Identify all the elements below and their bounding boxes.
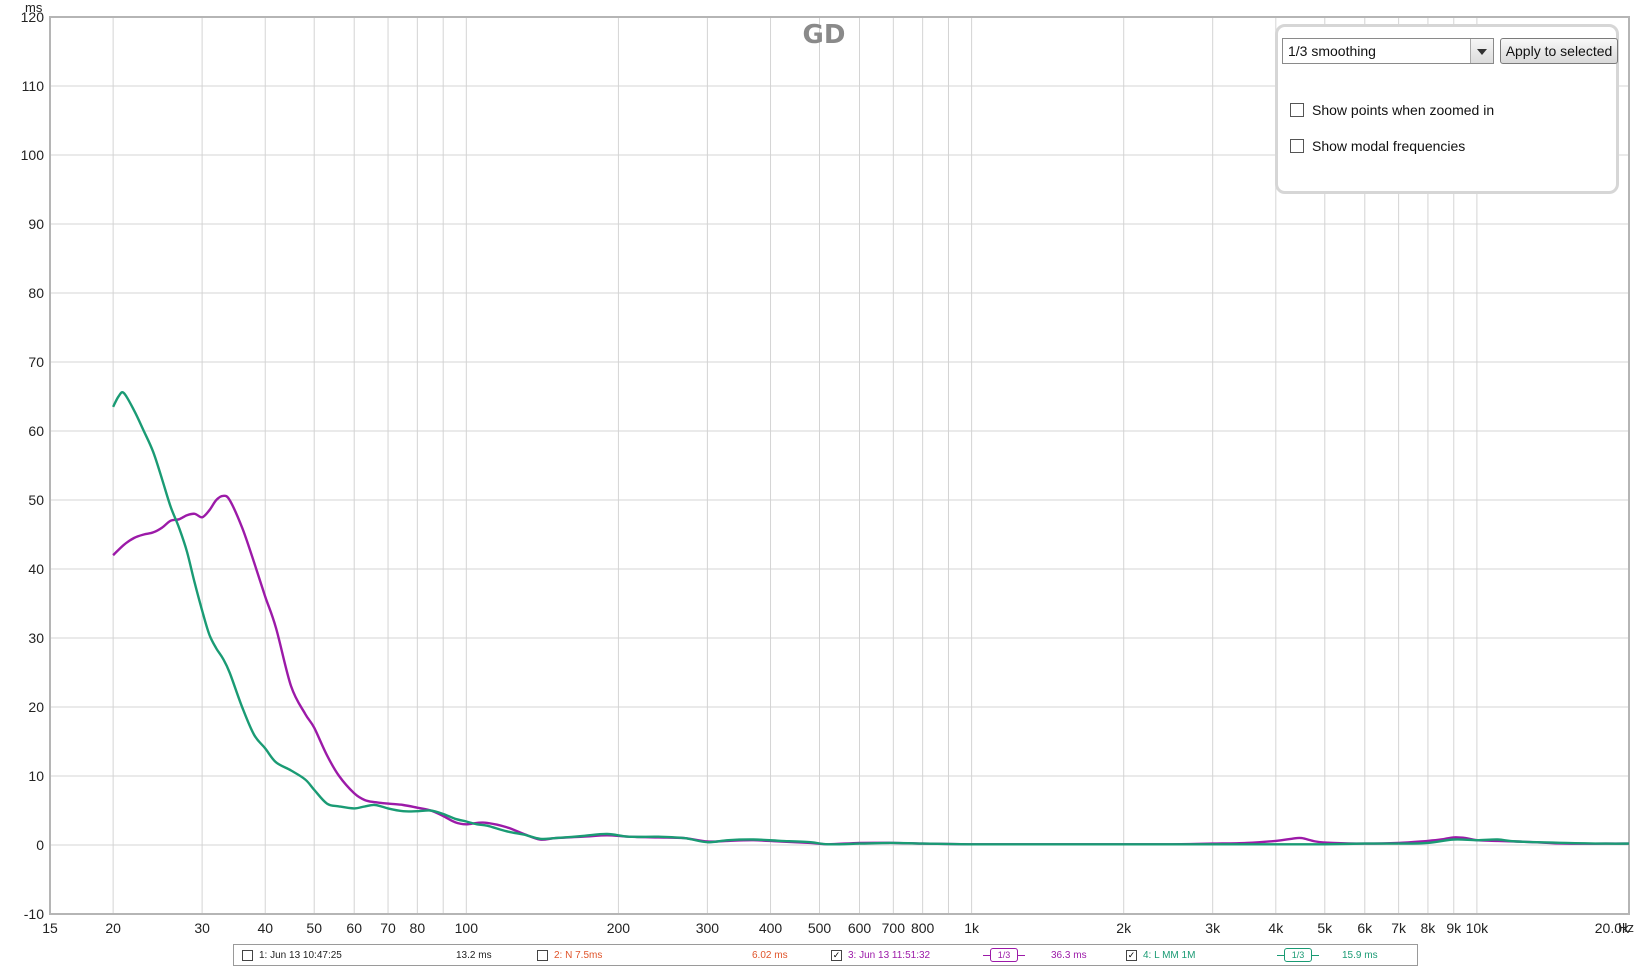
x-tick-label: 500 [808,920,832,936]
x-tick-label: 5k [1317,920,1333,936]
x-tick-label: 100 [455,920,479,936]
y-tick-label: 50 [28,492,44,508]
legend-value-2: 6.02 ms [752,950,788,961]
y-tick-labels: -100102030405060708090100110120 [21,9,45,922]
legend-value-4: 15.9 ms [1342,950,1378,961]
x-tick-label: 6k [1357,920,1373,936]
x-tick-label: 700 [882,920,906,936]
y-tick-label: 90 [28,216,44,232]
series-lines [112,391,1630,846]
x-tick-label: 300 [696,920,720,936]
legend-checkbox-1[interactable] [242,950,253,961]
show-modal-label: Show modal frequencies [1312,138,1466,154]
x-tick-label: 4k [1268,920,1284,936]
x-tick-label: 40 [257,920,273,936]
legend-name-1: 1: Jun 13 10:47:25 [259,950,342,961]
y-axis-unit: ms [25,0,43,15]
x-tick-label: 400 [759,920,783,936]
chevron-down-icon[interactable] [1470,39,1493,63]
y-tick-label: 70 [28,354,44,370]
y-tick-label: 80 [28,285,44,301]
legend-bar: 1: Jun 13 10:47:25 13.2 ms 2: N 7.5ms 6.… [233,944,1418,966]
x-tick-label: 9k [1446,920,1462,936]
x-tick-label: 2k [1116,920,1132,936]
x-tick-label: 3k [1205,920,1221,936]
y-tick-label: 110 [22,78,45,94]
legend-value-3: 36.3 ms [1051,950,1087,961]
x-tick-labels: 15 20 30 40 50 60 70 80 100 200 300 400 500 600 700 800… [42,920,1630,936]
show-modal-option[interactable]: Show modal frequencies [1290,137,1465,155]
x-tick-label: 8k [1421,920,1437,936]
smoothing-select[interactable]: 1/3 smoothing [1282,38,1494,64]
show-points-option[interactable]: Show points when zoomed in [1290,101,1494,119]
x-tick-label: 15 [42,920,58,936]
x-tick-label: 200 [607,920,631,936]
legend-checkbox-2[interactable] [537,950,548,961]
chart-title: GD [803,20,846,50]
x-tick-label: 20 [105,920,121,936]
x-tick-label: 60 [346,920,362,936]
legend-value-1: 13.2 ms [456,950,492,961]
x-tick-label: 50 [306,920,322,936]
x-tick-label: 800 [911,920,935,936]
smoothing-icon-4[interactable]: 1/3 [1277,948,1319,962]
legend-checkbox-3[interactable]: ✓ [831,950,842,961]
apply-to-selected-button[interactable]: Apply to selected [1500,38,1618,64]
smoothing-icon-3[interactable]: 1/3 [983,948,1025,962]
x-tick-label: 10k [1466,920,1490,936]
show-points-checkbox[interactable] [1290,103,1304,117]
x-tick-label: 80 [410,920,426,936]
series-line-1 [112,494,1630,846]
x-axis-unit: Hz [1618,920,1634,935]
y-tick-label: 30 [28,630,44,646]
y-tick-label: 40 [28,561,44,577]
legend-checkbox-4[interactable]: ✓ [1126,950,1137,961]
x-tick-label: 600 [848,920,872,936]
x-tick-label: 7k [1391,920,1407,936]
legend-name-3: 3: Jun 13 11:51:32 [848,950,931,961]
y-tick-label: 0 [36,837,44,853]
y-tick-label: -10 [24,906,44,922]
x-tick-label: 70 [380,920,396,936]
y-tick-label: 20 [28,699,44,715]
settings-panel: 1/3 smoothing Apply to selected Show poi… [1275,24,1619,194]
legend-name-4: 4: L MM 1M [1143,950,1196,961]
y-tick-label: 10 [28,768,44,784]
show-modal-checkbox[interactable] [1290,139,1304,153]
y-tick-label: 60 [28,423,44,439]
x-tick-label: 30 [194,920,210,936]
show-points-label: Show points when zoomed in [1312,102,1495,118]
legend-name-2: 2: N 7.5ms [554,950,603,961]
smoothing-select-value: 1/3 smoothing [1288,43,1376,59]
x-tick-label: 1k [964,920,980,936]
y-tick-label: 100 [21,147,45,163]
